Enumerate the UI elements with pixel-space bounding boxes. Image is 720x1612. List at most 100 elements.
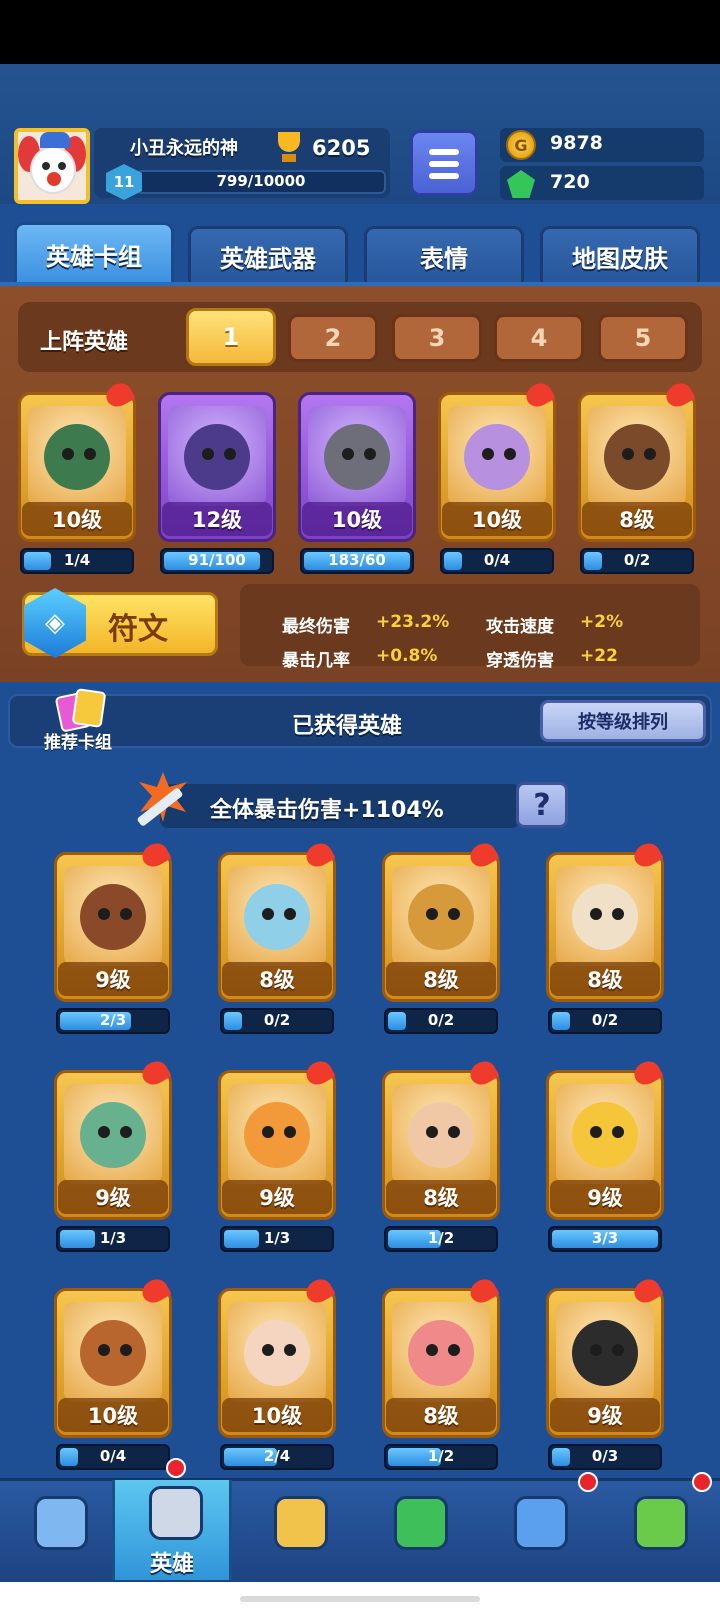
hero-eye [98,1344,110,1356]
stat-crit-rate-label: 暴击几率 [282,651,350,671]
owned-hero-10-progress: 2/4 [220,1444,334,1470]
tab-emotes[interactable]: 表情 [364,226,524,284]
trophy-icon [270,132,308,164]
owned-hero-2-card[interactable]: 8级 [218,838,336,1002]
owned-hero-8-progress: 3/3 [548,1226,662,1252]
hero-head [80,1102,146,1168]
menu-icon-line [429,173,459,179]
progress-text: 1/2 [427,1229,455,1247]
lineup-slot-3[interactable]: 3 [392,314,482,362]
recommended-deck-label[interactable]: 推荐卡组 [44,728,112,753]
gold-amount: 9878 [550,132,603,154]
hero-eye [448,1344,460,1356]
owned-hero-12-card[interactable]: 9级 [546,1274,664,1438]
hero-eye [426,908,438,920]
hero-level: 12级 [162,502,272,536]
crossed-swords-icon [274,1496,328,1550]
lineup-slot-5[interactable]: 5 [598,314,688,362]
lineup-hero-3-progress: 183/60 [300,548,414,574]
hero-level: 9级 [550,1180,660,1214]
hero-eye [342,448,354,460]
avatar-hat [40,132,70,148]
progress-text: 1/3 [263,1229,291,1247]
progress-text: 2/3 [99,1011,127,1029]
help-button[interactable]: ? [516,782,568,828]
hero-level: 10级 [222,1398,332,1432]
hero-eye [62,448,74,460]
nav-item-social[interactable] [480,1480,600,1580]
hero-eye [202,448,214,460]
hero-level: 8级 [386,962,496,996]
lineup-hero-2-progress: 91/100 [160,548,274,574]
owned-hero-4-card[interactable]: 8级 [546,838,664,1002]
social-icon [514,1496,568,1550]
nav-item-knight-helmet[interactable]: 英雄 [112,1480,232,1580]
progress-text: 0/3 [591,1447,619,1465]
nav-item-chest[interactable] [0,1480,120,1580]
progress-text: 1/4 [63,551,91,569]
hero-head [408,1102,474,1168]
hero-portrait [392,1084,490,1184]
lineup-hero-1-card[interactable]: 10级 [18,378,136,542]
home-indicator[interactable] [240,1596,480,1602]
nav-item-sprout-island[interactable] [600,1480,720,1580]
hero-head [572,1320,638,1386]
progress-text: 1/2 [427,1447,455,1465]
sort-by-level-button[interactable]: 按等级排列 [540,700,706,742]
lineup-hero-3-card[interactable]: 10级 [298,392,416,542]
nav-item-crown-shield[interactable] [360,1480,480,1580]
owned-hero-7-card[interactable]: 8级 [382,1056,500,1220]
hero-eye [284,1126,296,1138]
recommended-deck-icon[interactable] [54,688,107,733]
menu-button[interactable] [410,130,478,196]
lineup-slot-4[interactable]: 4 [494,314,584,362]
hero-head [184,424,250,490]
hero-portrait [228,1084,326,1184]
owned-heroes-title: 已获得英雄 [292,714,403,739]
lineup-hero-4-card[interactable]: 10级 [438,378,556,542]
gold-coin-icon: G [506,130,536,160]
hero-level: 8级 [386,1398,496,1432]
lineup-hero-2-card[interactable]: 12级 [158,392,276,542]
owned-hero-11-card[interactable]: 8级 [382,1274,500,1438]
stat-final-damage-label: 最终伤害 [282,617,350,637]
notification-dot [166,1458,186,1478]
lineup-slot-2[interactable]: 2 [288,314,378,362]
owned-hero-6-card[interactable]: 9级 [218,1056,336,1220]
crit-bonus-text: 全体暴击伤害+1104% [210,798,444,823]
owned-hero-5-progress: 1/3 [56,1226,170,1252]
hero-head [408,884,474,950]
notification-dot [692,1472,712,1492]
stat-attack-speed-label: 攻击速度 [486,617,554,637]
nav-item-crossed-swords[interactable] [240,1480,360,1580]
hero-eye [224,448,236,460]
player-name: 小丑永远的神 [130,138,238,159]
hero-eye [262,1344,274,1356]
owned-hero-1-card[interactable]: 9级 [54,838,172,1002]
owned-hero-10-card[interactable]: 10级 [218,1274,336,1438]
tab-hero-deck[interactable]: 英雄卡组 [14,222,174,284]
progress-text: 0/2 [427,1011,455,1029]
tab-map-skins[interactable]: 地图皮肤 [540,226,700,284]
hero-portrait [228,1302,326,1402]
lineup-slot-1[interactable]: 1 [186,308,276,366]
owned-hero-3-card[interactable]: 8级 [382,838,500,1002]
hero-portrait [64,1302,162,1402]
hero-eye [98,1126,110,1138]
hero-portrait [448,406,546,506]
owned-hero-8-card[interactable]: 9级 [546,1056,664,1220]
notification-dot [578,1472,598,1492]
lineup-hero-5-card[interactable]: 8级 [578,378,696,542]
hero-portrait [392,866,490,966]
chest-icon [34,1496,88,1550]
hero-head [244,1320,310,1386]
player-avatar[interactable] [14,128,90,204]
system-status-bar [0,0,720,64]
owned-hero-9-card[interactable]: 10级 [54,1274,172,1438]
hero-head [80,1320,146,1386]
xp-text: 799/10000 [216,172,306,190]
tab-hero-weapons[interactable]: 英雄武器 [188,226,348,284]
hero-level: 9级 [222,1180,332,1214]
owned-hero-5-card[interactable]: 9级 [54,1056,172,1220]
progress-text: 0/2 [263,1011,291,1029]
